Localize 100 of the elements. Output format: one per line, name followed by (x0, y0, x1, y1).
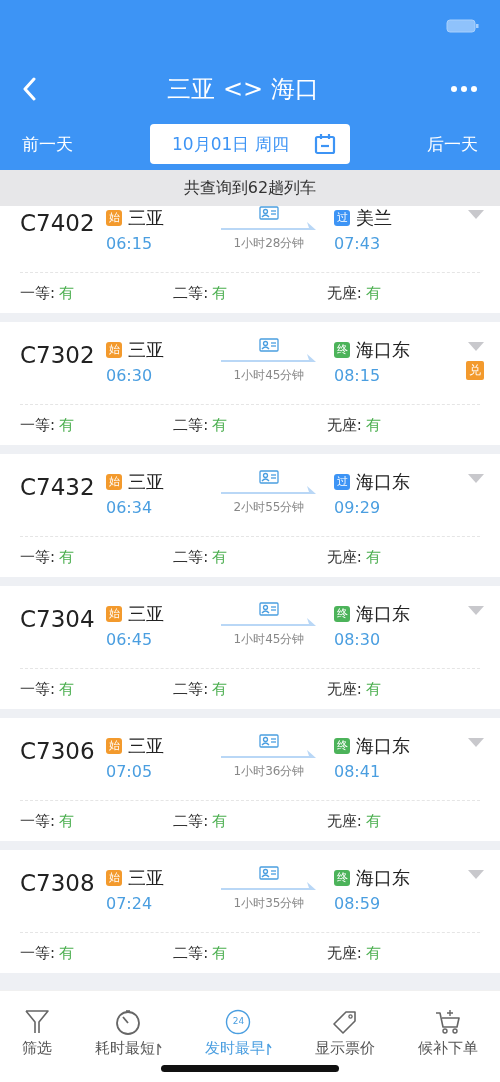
arrow-icon (221, 749, 317, 759)
seat-class-label: 无座: (326, 547, 362, 566)
seat-availability: 有 (59, 679, 75, 698)
train-card[interactable]: C7308 始 三亚 07:24 1小时35分钟 终 海口东 08:59 一等: 有 二等: 有 无座: 有 (0, 850, 500, 973)
id-card-icon (259, 602, 279, 616)
station-name: 三亚 (128, 866, 164, 890)
departure-time: 07:05 (106, 762, 154, 781)
seat-class-label: 一等: (20, 547, 56, 566)
station-name: 海口东 (356, 866, 410, 890)
seat-class-label: 无座: (326, 943, 362, 962)
dropdown-triangle-icon (468, 738, 484, 747)
station-badge: 终 (334, 342, 350, 358)
filter-icon (23, 1009, 50, 1035)
station-badge: 始 (106, 210, 122, 226)
station-badge: 始 (106, 342, 122, 358)
seat-availability: 有 (365, 679, 381, 698)
departure-time: 06:34 (106, 498, 154, 517)
stopwatch-icon (115, 1009, 142, 1035)
seat-availability: 有 (59, 415, 75, 434)
price-tag-icon (332, 1009, 359, 1035)
id-card-icon (259, 338, 279, 352)
arrival-time: 08:30 (334, 630, 382, 649)
dropdown-triangle-icon (468, 474, 484, 483)
seat-class-label: 二等: (173, 283, 209, 302)
id-card-icon (259, 866, 279, 880)
station-name: 三亚 (128, 338, 164, 362)
seat-availability: 有 (212, 415, 228, 434)
page-title: 三亚 <> 海口 (167, 74, 319, 105)
station-name: 三亚 (128, 470, 164, 494)
id-card-icon (259, 734, 279, 748)
seat-class-label: 无座: (326, 415, 362, 434)
departure-time: 07:24 (106, 894, 154, 913)
train-card[interactable]: C7402 始 三亚 06:15 1小时28分钟 过 美兰 07:43 一等: 有 二等: 有 无座: 有 (0, 206, 500, 313)
seat-availability: 有 (212, 283, 228, 302)
seat-class-label: 二等: (173, 811, 209, 830)
seat-class-label: 二等: (173, 415, 209, 434)
train-card[interactable]: C7432 始 三亚 06:34 2小时55分钟 过 海口东 09:29 一等: 有 二等: 有 无座: 有 (0, 454, 500, 577)
seat-availability: 有 (365, 811, 381, 830)
toolbar-tab[interactable]: 筛选 (21, 1009, 52, 1058)
seat-availability: 有 (212, 811, 228, 830)
duration-text: 2小时55分钟 (233, 499, 305, 516)
seat-availability: 有 (212, 547, 228, 566)
seat-class-label: 无座: (326, 679, 362, 698)
arrival-time: 08:41 (334, 762, 382, 781)
station-name: 三亚 (128, 602, 164, 626)
arrival-time: 08:59 (334, 894, 382, 913)
id-card-icon (259, 470, 279, 484)
duration-text: 1小时45分钟 (233, 367, 305, 384)
dropdown-triangle-icon (468, 606, 484, 615)
arrival-time: 09:29 (334, 498, 382, 517)
arrow-icon (221, 221, 317, 231)
train-number: C7304 (20, 605, 96, 632)
train-number: C7306 (20, 737, 96, 764)
calendar-icon (314, 133, 336, 155)
back-icon (22, 77, 36, 101)
arrow-icon (221, 881, 317, 891)
seat-class-label: 无座: (326, 811, 362, 830)
train-card[interactable]: C7304 始 三亚 06:45 1小时45分钟 终 海口东 08:30 一等: 有 二等: 有 无座: 有 (0, 586, 500, 709)
departure-time: 06:15 (106, 234, 154, 253)
station-name: 海口东 (356, 734, 410, 758)
seat-class-label: 一等: (20, 811, 56, 830)
duration-text: 1小时36分钟 (233, 763, 305, 780)
dropdown-triangle-icon (468, 870, 484, 879)
seat-availability: 有 (212, 943, 228, 962)
toolbar-tab[interactable]: 显示票价 (315, 1009, 376, 1058)
toolbar-tab[interactable]: 耗时最短 (94, 1009, 162, 1058)
seat-availability: 有 (59, 811, 75, 830)
duration-text: 1小时45分钟 (233, 631, 305, 648)
toolbar-tab[interactable]: 候补下单 (418, 1009, 479, 1058)
more-icon (450, 85, 478, 93)
train-card[interactable]: C7302 始 三亚 06:30 1小时45分钟 终 海口东 08:15 兑 一等: 有 二等: 有 无座: 有 (0, 322, 500, 445)
seat-availability: 有 (365, 283, 381, 302)
seat-class-label: 二等: (173, 679, 209, 698)
seat-availability: 有 (365, 415, 381, 434)
arrow-icon (221, 617, 317, 627)
duration-text: 1小时28分钟 (233, 235, 305, 252)
seat-class-label: 一等: (20, 679, 56, 698)
clock-icon-number: 24 (231, 1016, 246, 1026)
seat-availability: 有 (365, 943, 381, 962)
station-badge: 过 (334, 210, 350, 226)
station-badge: 过 (334, 474, 350, 490)
departure-time: 06:45 (106, 630, 154, 649)
duration-text: 1小时35分钟 (233, 895, 305, 912)
result-count-text: 共查询到62趟列车 (0, 170, 500, 206)
station-badge: 始 (106, 738, 122, 754)
train-card[interactable]: C7306 始 三亚 07:05 1小时36分钟 终 海口东 08:41 一等: 有 二等: 有 无座: 有 (0, 718, 500, 841)
station-name: 海口东 (356, 602, 410, 626)
station-badge: 始 (106, 870, 122, 886)
train-number: C7402 (20, 209, 96, 236)
train-number: C7432 (20, 473, 96, 500)
seat-class-label: 二等: (173, 943, 209, 962)
station-badge: 始 (106, 606, 122, 622)
arrow-icon (221, 353, 317, 363)
station-badge: 终 (334, 738, 350, 754)
seat-availability: 有 (59, 943, 75, 962)
exchange-badge: 兑 (466, 361, 484, 380)
dropdown-triangle-icon (468, 210, 484, 219)
seat-class-label: 二等: (173, 547, 209, 566)
seat-class-label: 一等: (20, 943, 56, 962)
station-name: 三亚 (128, 734, 164, 758)
